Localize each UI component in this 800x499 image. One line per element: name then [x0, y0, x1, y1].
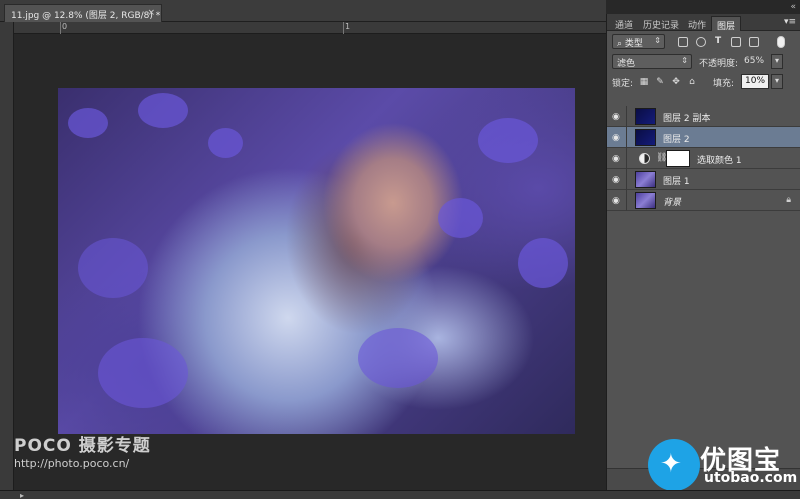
filter-kind-label: 类型: [624, 39, 643, 49]
status-bar: ▸: [0, 490, 800, 499]
lock-transparent-pixels-icon[interactable]: ▦: [639, 77, 649, 87]
utobao-logo: ✦ 优图宝 utobao.com: [648, 436, 800, 496]
eye-icon[interactable]: ◉: [612, 175, 620, 185]
panel-tabs: 通道 历史记录 动作 图层 ▾≡: [607, 14, 800, 32]
shape-filter-icon[interactable]: [731, 37, 741, 47]
layer-name[interactable]: 图层 2 副本: [663, 111, 710, 124]
flower-blob: [358, 328, 438, 388]
layer-name[interactable]: 背景: [663, 195, 681, 208]
filter-toggle-icon[interactable]: [777, 36, 785, 48]
lock-image-pixels-icon[interactable]: ✎: [655, 77, 665, 87]
flower-blob: [78, 238, 148, 298]
layer-name[interactable]: 图层 1: [663, 174, 690, 187]
fill-label: 填充:: [713, 79, 735, 89]
collapse-panel-icon[interactable]: «: [790, 2, 796, 12]
document-tab[interactable]: 11.jpg @ 12.8% (图层 2, RGB/8) * ×: [4, 4, 162, 22]
tab-channels[interactable]: 通道: [610, 16, 638, 31]
ruler-tick: [60, 22, 61, 34]
eye-icon[interactable]: ◉: [612, 133, 620, 143]
search-icon: ⌕: [617, 39, 625, 49]
eye-icon[interactable]: ◉: [612, 196, 620, 206]
divider: [626, 106, 627, 127]
ruler-tick: [343, 22, 344, 34]
horizontal-ruler[interactable]: 0 1: [14, 22, 606, 34]
layer-thumbnail: [635, 108, 656, 125]
layer-row-layer2[interactable]: ◉ 图层 2: [607, 127, 800, 148]
bird-icon: ✦: [660, 449, 682, 479]
ruler-label-1: 1: [345, 22, 351, 31]
layer-mask-thumbnail[interactable]: [666, 150, 690, 167]
layer-name[interactable]: 选取颜色 1: [697, 153, 742, 166]
blend-row: 滤色 ⇕ 不透明度: 65% ▾: [607, 54, 800, 71]
document-tab-bar: 11.jpg @ 12.8% (图层 2, RGB/8) * ×: [0, 0, 606, 22]
layer-name[interactable]: 图层 2: [663, 132, 690, 145]
smart-object-filter-icon[interactable]: [749, 37, 759, 47]
eye-icon[interactable]: ◉: [612, 154, 620, 164]
layer-row-layer2-copy[interactable]: ◉ 图层 2 副本: [607, 106, 800, 127]
layer-thumbnail: [635, 192, 656, 209]
vertical-ruler[interactable]: [0, 22, 14, 492]
flower-blob: [518, 238, 568, 288]
flower-blob: [68, 108, 108, 138]
filter-kind-dropdown[interactable]: ⌕ 类型 ⇕: [612, 34, 665, 49]
divider: [626, 148, 627, 169]
opacity-slider-button[interactable]: ▾: [771, 54, 783, 69]
lock-all-icon[interactable]: ⌂: [687, 77, 697, 87]
fill-value[interactable]: 10%: [741, 74, 769, 89]
layer-thumbnail: [635, 129, 656, 146]
flower-blob: [208, 128, 243, 158]
chevron-down-icon: ⇕: [654, 36, 661, 45]
tab-actions[interactable]: 动作: [683, 16, 711, 31]
divider: [626, 127, 627, 148]
poco-brand: POCO 摄影专题: [14, 436, 151, 456]
layers-list: ◉ 图层 2 副本 ◉ 图层 2 ◉ ⛓ 选取颜色 1 ◉ 图层 1 ◉ 背景 …: [607, 106, 800, 211]
poco-watermark: POCO 摄影专题 http://photo.poco.cn/: [14, 431, 151, 470]
lock-label: 锁定:: [612, 79, 634, 89]
layer-filter-row: ⌕ 类型 ⇕ T: [607, 34, 800, 51]
image-filter-icon[interactable]: [678, 37, 688, 47]
layer-row-selective-color[interactable]: ◉ ⛓ 选取颜色 1: [607, 148, 800, 169]
lock-position-icon[interactable]: ✥: [671, 77, 681, 87]
logo-url-text: utobao.com: [704, 470, 798, 486]
close-tab-icon[interactable]: ×: [147, 8, 155, 18]
layer-row-layer1[interactable]: ◉ 图层 1: [607, 169, 800, 190]
photo-canvas[interactable]: [58, 88, 575, 434]
panel-menu-icon[interactable]: ▾≡: [784, 17, 796, 27]
layer-row-background[interactable]: ◉ 背景 🔒︎: [607, 190, 800, 211]
layers-panel: « 通道 历史记录 动作 图层 ▾≡ ⌕ 类型 ⇕ T 滤色 ⇕ 不透明度: 65%…: [606, 2, 800, 490]
blend-mode-value: 滤色: [617, 59, 636, 69]
flower-blob: [438, 198, 483, 238]
flower-blob: [138, 93, 188, 128]
eye-icon[interactable]: ◉: [612, 112, 620, 122]
tab-history[interactable]: 历史记录: [638, 16, 684, 31]
ruler-label-0: 0: [62, 22, 68, 31]
tab-layers[interactable]: 图层: [711, 16, 742, 32]
divider: [626, 169, 627, 190]
opacity-label: 不透明度:: [699, 59, 739, 69]
status-menu-icon[interactable]: ▸: [20, 491, 24, 499]
flower-blob: [478, 118, 538, 163]
lock-icon: 🔒︎: [786, 195, 791, 205]
fill-slider-button[interactable]: ▾: [771, 74, 783, 89]
adjustment-filter-icon[interactable]: [696, 37, 706, 47]
opacity-value[interactable]: 65%: [744, 56, 764, 66]
flower-blob: [98, 338, 188, 408]
adjustment-layer-icon: [639, 153, 650, 164]
type-filter-icon[interactable]: T: [715, 36, 721, 46]
poco-url: http://photo.poco.cn/: [14, 457, 130, 470]
layer-thumbnail: [635, 171, 656, 188]
lock-row: 锁定: ▦ ✎ ✥ ⌂ 填充: 10% ▾: [607, 74, 800, 91]
chevron-down-icon: ⇕: [681, 56, 688, 65]
divider: [626, 190, 627, 211]
blend-mode-dropdown[interactable]: 滤色 ⇕: [612, 54, 692, 69]
document-tab-title: 11.jpg @ 12.8% (图层 2, RGB/8) *: [11, 11, 161, 21]
